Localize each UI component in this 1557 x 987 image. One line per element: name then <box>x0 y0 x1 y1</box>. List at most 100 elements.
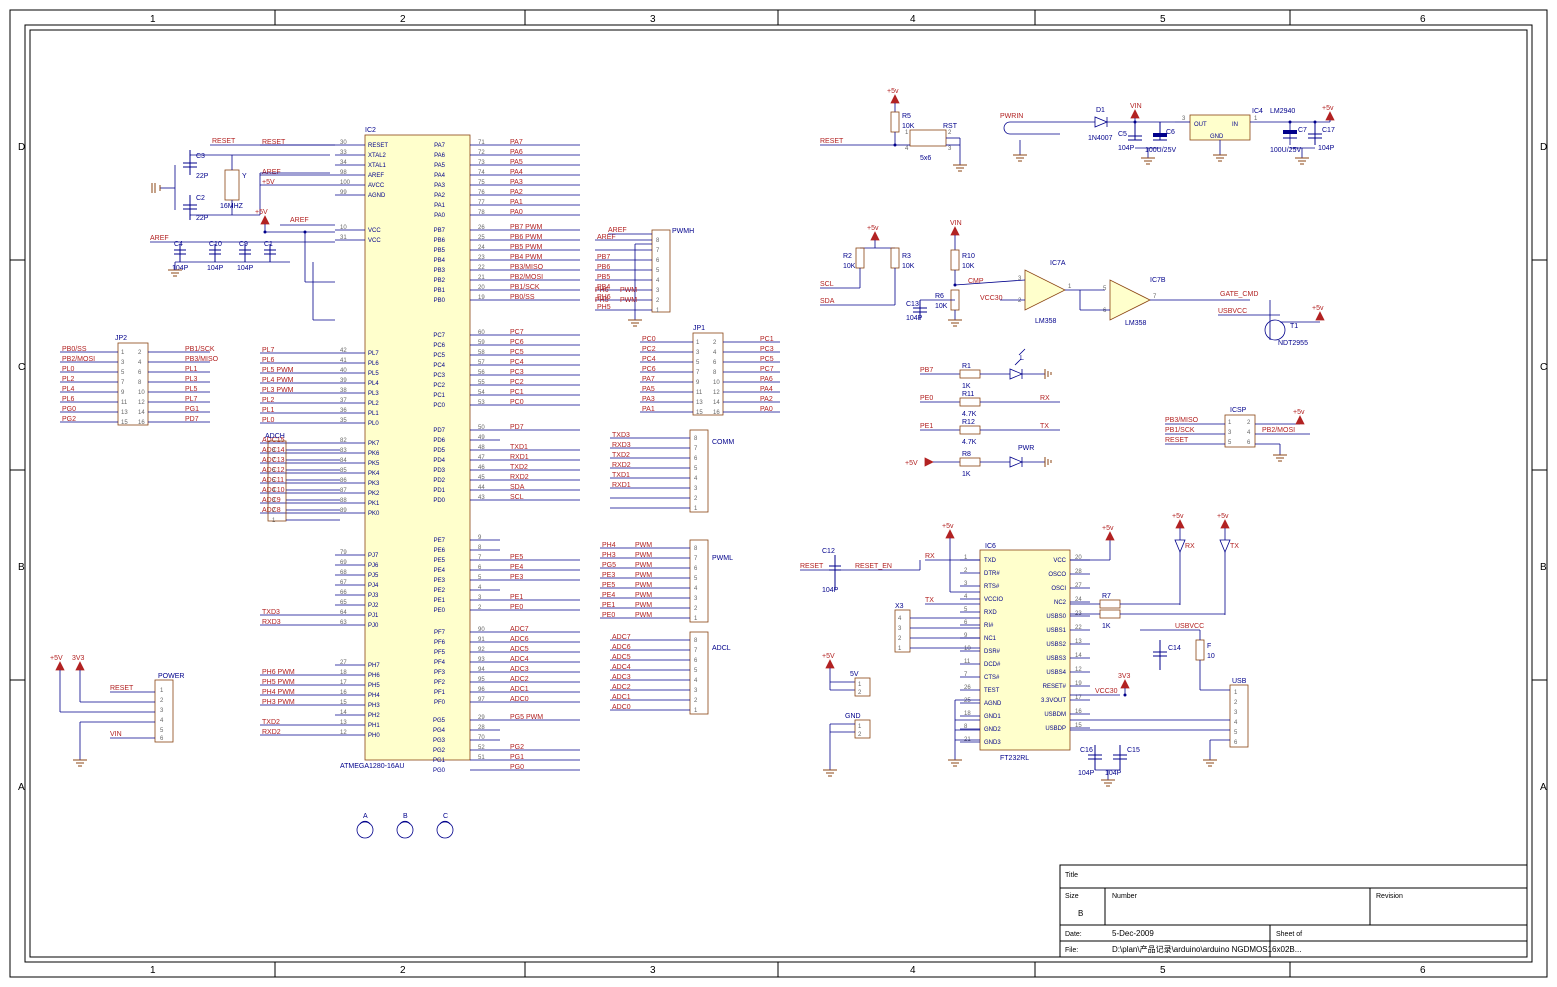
svg-text:10K: 10K <box>935 303 948 310</box>
svg-text:10K: 10K <box>843 263 856 270</box>
svg-text:16: 16 <box>138 420 145 426</box>
svg-text:46: 46 <box>478 465 485 471</box>
svg-text:14: 14 <box>1075 653 1082 659</box>
svg-text:5-Dec-2009: 5-Dec-2009 <box>1112 929 1154 938</box>
svg-text:PK5: PK5 <box>368 461 380 467</box>
power-header: POWER RESET VIN 12 34 56 +5V 3V3 <box>50 655 184 766</box>
svg-text:USBS1: USBS1 <box>1046 628 1066 634</box>
svg-text:C: C <box>1540 362 1547 373</box>
svg-text:PE3: PE3 <box>434 578 446 584</box>
svg-text:ADC1: ADC1 <box>612 694 631 701</box>
svg-text:8: 8 <box>694 436 698 442</box>
svg-text:10: 10 <box>138 390 145 396</box>
svg-text:USBDM: USBDM <box>1044 712 1066 718</box>
svg-text:PC2: PC2 <box>433 383 445 389</box>
svg-text:PA7: PA7 <box>510 139 523 146</box>
svg-text:PH3 PWM: PH3 PWM <box>262 699 295 706</box>
svg-text:91: 91 <box>478 637 485 643</box>
svg-text:RESET_EN: RESET_EN <box>855 563 892 570</box>
svg-text:99: 99 <box>340 190 347 196</box>
svg-text:TXD3: TXD3 <box>262 609 280 616</box>
svg-text:PB4 PWM: PB4 PWM <box>510 254 542 261</box>
svg-text:2: 2 <box>898 636 902 642</box>
svg-text:24: 24 <box>478 245 485 251</box>
svg-text:PC0: PC0 <box>433 403 445 409</box>
svg-text:1: 1 <box>1068 284 1072 290</box>
svg-text:OSCO: OSCO <box>1048 572 1066 578</box>
svg-text:98: 98 <box>340 170 347 176</box>
svg-text:TX: TX <box>1040 423 1049 430</box>
svg-text:C13: C13 <box>906 301 919 308</box>
svg-text:PA6: PA6 <box>760 376 773 383</box>
svg-text:USBVCC: USBVCC <box>1218 308 1247 315</box>
svg-text:PB7: PB7 <box>920 367 933 374</box>
svg-text:PK2: PK2 <box>368 491 380 497</box>
svg-text:AREF: AREF <box>290 217 309 224</box>
svg-text:+5v: +5v <box>1172 513 1184 520</box>
svg-text:PE4: PE4 <box>602 592 615 599</box>
svg-text:36: 36 <box>340 408 347 414</box>
ic2-atmega: IC2 ATMEGA1280-16AU 30RESETRESET33XTAL23… <box>260 127 580 774</box>
svg-text:PA5: PA5 <box>510 159 523 166</box>
svg-text:20: 20 <box>478 285 485 291</box>
svg-text:10K: 10K <box>962 263 975 270</box>
svg-text:RXD2: RXD2 <box>262 729 281 736</box>
svg-text:2: 2 <box>694 698 698 704</box>
svg-text:104P: 104P <box>1105 770 1122 777</box>
svg-text:4: 4 <box>656 278 660 284</box>
svg-text:ADC3: ADC3 <box>510 666 529 673</box>
svg-text:21: 21 <box>478 275 485 281</box>
svg-text:ATMEGA1280-16AU: ATMEGA1280-16AU <box>340 763 404 770</box>
svg-text:JP1: JP1 <box>693 325 705 332</box>
svg-text:C9: C9 <box>239 241 248 248</box>
svg-text:74: 74 <box>478 170 485 176</box>
svg-text:37: 37 <box>340 398 347 404</box>
svg-text:PA7: PA7 <box>642 376 655 383</box>
svg-text:1K: 1K <box>962 383 971 390</box>
svg-text:B: B <box>403 813 408 820</box>
svg-text:28: 28 <box>1075 569 1082 575</box>
svg-text:PL2: PL2 <box>262 397 275 404</box>
svg-text:PC3: PC3 <box>433 373 445 379</box>
svg-text:ADC4: ADC4 <box>510 656 529 663</box>
svg-text:RST: RST <box>943 123 958 130</box>
svg-text:6: 6 <box>713 360 717 366</box>
svg-text:PWM: PWM <box>620 297 637 304</box>
svg-text:RESET: RESET <box>800 563 824 570</box>
svg-text:3.3VOUT: 3.3VOUT <box>1041 698 1066 704</box>
svg-text:5: 5 <box>1160 965 1166 976</box>
svg-text:2: 2 <box>656 298 660 304</box>
svg-text:82: 82 <box>340 438 347 444</box>
svg-text:D: D <box>18 142 25 153</box>
svg-text:PB2/MOSI: PB2/MOSI <box>1262 427 1295 434</box>
svg-text:RXD: RXD <box>984 610 997 616</box>
svg-text:3: 3 <box>1228 430 1232 436</box>
svg-text:PWM: PWM <box>635 612 652 619</box>
svg-text:PB1/SCK: PB1/SCK <box>185 346 215 353</box>
svg-text:90: 90 <box>478 627 485 633</box>
svg-text:3: 3 <box>694 486 698 492</box>
svg-text:D:\plan\产品记录\arduino\arduino: D:\plan\产品记录\arduino\arduino NGDMOS16x02… <box>1112 944 1301 954</box>
svg-text:7: 7 <box>694 556 698 562</box>
svg-text:PG0: PG0 <box>510 764 524 771</box>
svg-text:PE5: PE5 <box>434 558 446 564</box>
svg-text:ADC4: ADC4 <box>612 664 631 671</box>
pwmh-header: PWMH 8AREF76PB75PB64PB53PB42PH61PH5 AREF… <box>595 227 694 326</box>
svg-text:PD2: PD2 <box>433 478 445 484</box>
svg-text:PB3: PB3 <box>434 268 446 274</box>
svg-text:2: 2 <box>1018 298 1022 304</box>
svg-text:1: 1 <box>150 965 156 976</box>
svg-text:Title: Title <box>1065 872 1078 879</box>
svg-text:PC7: PC7 <box>760 366 774 373</box>
svg-text:104P: 104P <box>172 265 189 272</box>
svg-text:PWRIN: PWRIN <box>1000 113 1023 120</box>
usb-section: +5v +5v RX TX R7 1K +5v USBVCC F10 C14 V… <box>1070 513 1248 786</box>
svg-text:PH1: PH1 <box>368 723 380 729</box>
svg-text:PC4: PC4 <box>433 363 445 369</box>
svg-text:ADC7: ADC7 <box>510 626 529 633</box>
svg-text:+5v: +5v <box>867 225 879 232</box>
svg-text:Size: Size <box>1065 893 1079 900</box>
svg-text:OUT: OUT <box>1194 122 1207 128</box>
ic6-ft232rl: IC6 FT232RL 1TXD2DTR#3RTS#4VCCIO5RXD6RI#… <box>800 523 1090 766</box>
svg-text:TXD: TXD <box>984 558 997 564</box>
